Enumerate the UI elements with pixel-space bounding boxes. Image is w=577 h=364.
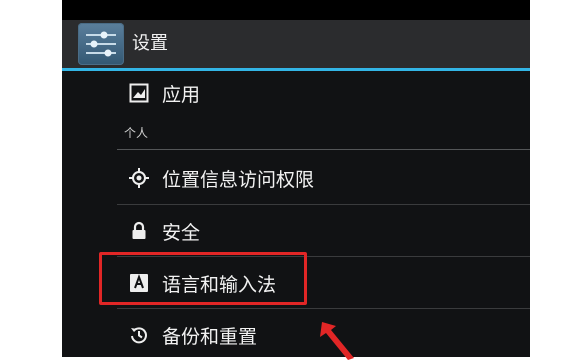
section-divider <box>117 149 530 150</box>
highlight-box <box>99 252 307 305</box>
settings-item-label: 安全 <box>162 221 201 244</box>
status-bar <box>62 0 530 20</box>
settings-item-location[interactable]: 位置信息访问权限 <box>117 152 530 204</box>
page-title: 设置 <box>132 33 168 54</box>
section-header-personal: 个人 <box>124 126 149 140</box>
settings-item-label: 位置信息访问权限 <box>162 168 315 191</box>
annotation-arrow <box>316 318 376 360</box>
action-bar: 设置 <box>62 20 530 68</box>
location-icon <box>128 167 150 189</box>
backup-icon <box>128 324 150 346</box>
settings-item-label: 应用 <box>162 83 201 106</box>
settings-sliders-icon[interactable] <box>78 23 124 65</box>
lock-icon <box>128 220 150 242</box>
settings-item-label: 备份和重置 <box>162 325 258 348</box>
settings-item-security[interactable]: 安全 <box>117 205 530 257</box>
settings-item-apps[interactable]: 应用 <box>117 67 530 119</box>
apps-image-icon <box>128 82 150 104</box>
